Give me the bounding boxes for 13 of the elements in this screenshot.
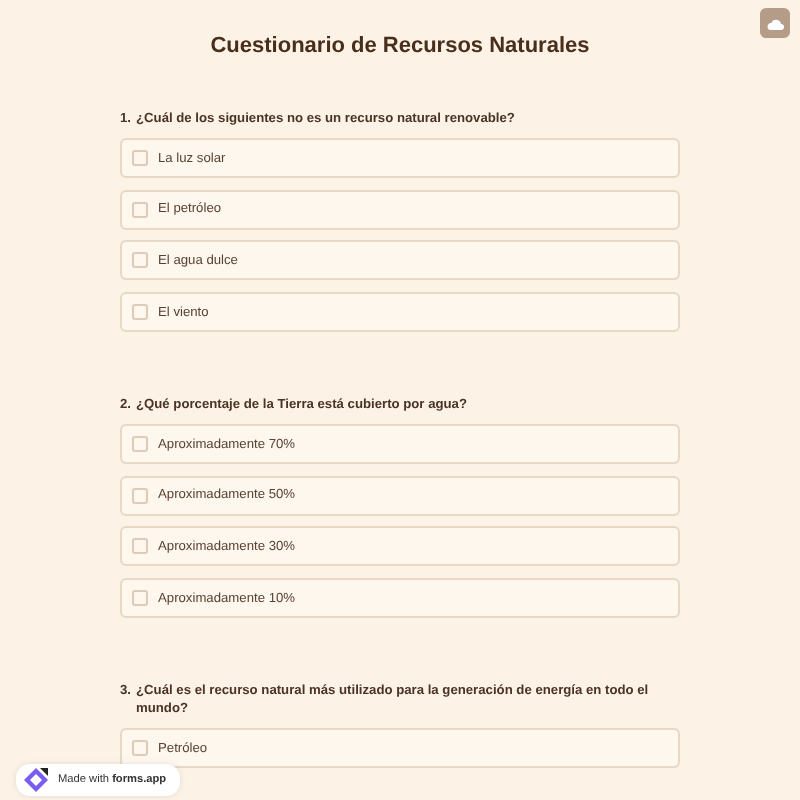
checkbox[interactable] — [132, 150, 148, 166]
checkbox[interactable] — [132, 201, 148, 218]
checkbox[interactable] — [132, 304, 148, 321]
cloud-icon — [766, 17, 784, 29]
checkbox[interactable] — [132, 538, 148, 555]
form-title: Cuestionario de Recursos Naturales — [210, 32, 590, 60]
logo-icon — [22, 766, 50, 794]
checkbox[interactable] — [132, 487, 148, 504]
checkbox[interactable] — [132, 436, 148, 453]
checkbox[interactable] — [132, 590, 148, 607]
checkbox[interactable] — [132, 740, 148, 757]
cloud-button[interactable] — [760, 8, 790, 38]
checkbox[interactable] — [132, 252, 148, 269]
